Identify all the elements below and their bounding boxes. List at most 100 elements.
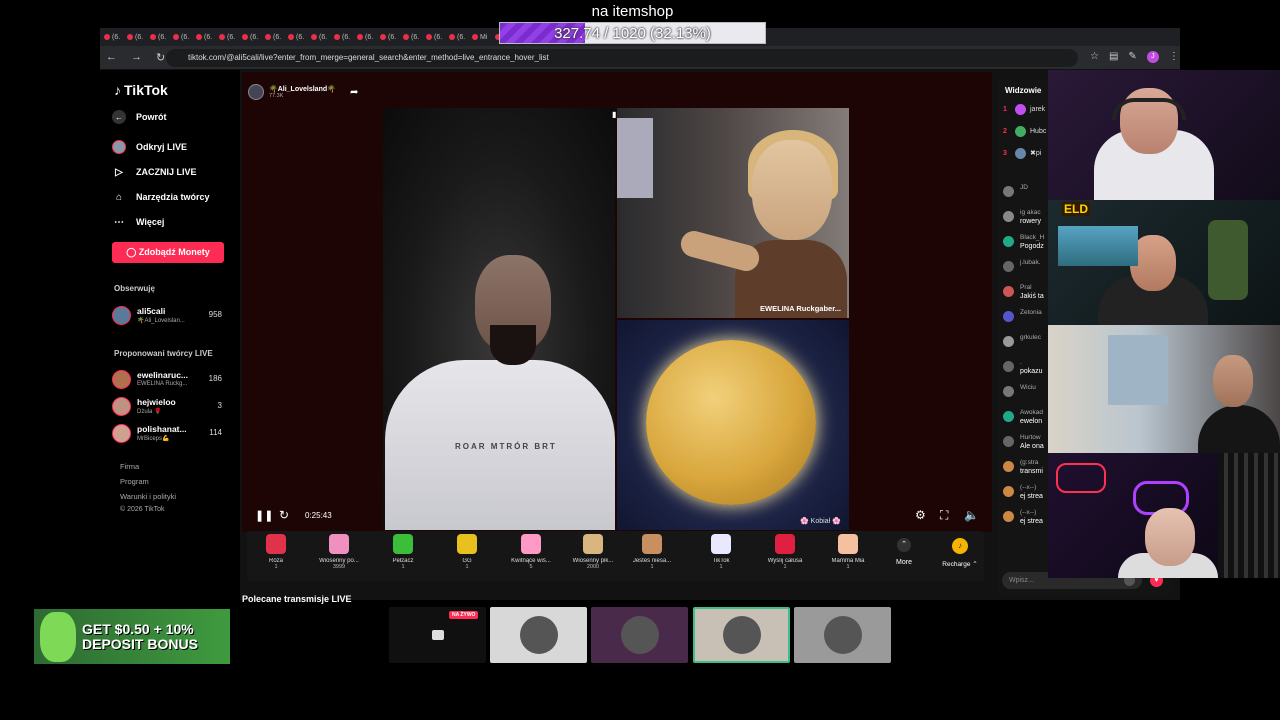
tab-favicon-icon bbox=[173, 34, 179, 40]
sidebar-item-start-live[interactable]: ▷ ZACZNIJ LIVE bbox=[112, 165, 196, 179]
avatar[interactable] bbox=[1003, 511, 1014, 522]
footer-link[interactable]: Firma bbox=[120, 462, 139, 471]
avatar[interactable] bbox=[1003, 461, 1014, 472]
gift-item[interactable]: Wyślij całusa 1 bbox=[757, 534, 813, 570]
fullscreen-icon[interactable]: ⛶ bbox=[940, 508, 948, 523]
browser-tab[interactable]: (6. bbox=[265, 30, 288, 44]
browser-tab[interactable]: (6. bbox=[357, 30, 380, 44]
monitor-icon bbox=[431, 630, 444, 640]
ad-mascot-icon bbox=[40, 612, 76, 662]
extensions-icon[interactable]: ▤ bbox=[1109, 51, 1118, 63]
recharge-button[interactable]: ♪ Recharge ⌃ bbox=[936, 538, 984, 568]
viewer-item[interactable]: 1 jarek bbox=[1003, 102, 1045, 116]
tab-favicon-icon bbox=[265, 34, 271, 40]
gift-item[interactable]: Kwitnące wiś... 5 bbox=[503, 534, 559, 570]
avatar bbox=[112, 370, 131, 389]
gift-icon bbox=[711, 534, 731, 554]
avatar[interactable] bbox=[1003, 311, 1014, 322]
coin-icon: ◯ bbox=[126, 247, 137, 257]
browser-tab[interactable]: (6. bbox=[311, 30, 334, 44]
address-bar[interactable]: tiktok.com/@ali5cali/live?enter_from_mer… bbox=[166, 49, 1078, 67]
browser-tab[interactable]: (6. bbox=[380, 30, 403, 44]
browser-tab[interactable]: (6. bbox=[127, 30, 150, 44]
avatar[interactable] bbox=[1003, 236, 1014, 247]
browser-tab[interactable]: (6. bbox=[150, 30, 173, 44]
pause-icon[interactable]: ❚❚ bbox=[255, 509, 273, 522]
kebab-menu-icon[interactable]: ⋮ bbox=[1169, 51, 1179, 63]
avatar[interactable] bbox=[1003, 436, 1014, 447]
more-gifts-button[interactable]: ⌃ More bbox=[890, 538, 918, 566]
avatar[interactable] bbox=[1003, 411, 1014, 422]
browser-tab[interactable]: (6. bbox=[334, 30, 357, 44]
browser-tab[interactable]: (6. bbox=[104, 30, 127, 44]
gift-item[interactable]: Mamma Mia 1 bbox=[820, 534, 876, 570]
tab-favicon-icon bbox=[472, 34, 478, 40]
gift-item[interactable]: TikTok 1 bbox=[693, 534, 749, 570]
recommended-stream-thumb[interactable] bbox=[591, 607, 688, 663]
avatar[interactable] bbox=[1003, 336, 1014, 347]
share-icon[interactable]: ➦ bbox=[350, 87, 358, 98]
browser-tab[interactable]: (6. bbox=[196, 30, 219, 44]
refresh-icon[interactable]: ↻ bbox=[279, 508, 289, 522]
forward-arrow-icon[interactable]: → bbox=[131, 51, 142, 64]
viewers-header[interactable]: Widzowie bbox=[1005, 86, 1041, 95]
gift-item[interactable]: GG 1 bbox=[439, 534, 495, 570]
browser-tab[interactable]: (6. bbox=[219, 30, 242, 44]
browser-tab[interactable]: (6. bbox=[426, 30, 449, 44]
back-button[interactable]: ← Powrót bbox=[112, 110, 167, 124]
goal-text: 327.74 / 1020 (32.13%) bbox=[554, 25, 711, 42]
sidebar-item-creator-tools[interactable]: ⌂ Narzędzia twórcy bbox=[112, 190, 210, 204]
sidebar-item-more[interactable]: ⋯ Więcej bbox=[112, 215, 164, 229]
avatar[interactable] bbox=[1003, 486, 1014, 497]
gift-item[interactable]: Jesteś niesa... 1 bbox=[624, 534, 680, 570]
gift-item[interactable]: Róża 1 bbox=[248, 534, 304, 570]
avatar[interactable] bbox=[1003, 286, 1014, 297]
suggested-creator[interactable]: ewelinaruc... EWELINA Ruckg... 186 bbox=[112, 368, 224, 390]
gift-item[interactable]: Wiosenny po... 3999 bbox=[311, 534, 367, 570]
back-arrow-icon[interactable]: ← bbox=[106, 51, 117, 64]
overlay-title: na itemshop bbox=[591, 3, 674, 20]
avatar[interactable] bbox=[1003, 186, 1014, 197]
recommended-stream-thumb[interactable] bbox=[490, 607, 587, 663]
browser-tab[interactable]: (6. bbox=[403, 30, 426, 44]
footer-link[interactable]: Warunki i polityki bbox=[120, 492, 176, 501]
pen-icon[interactable]: ✎ bbox=[1128, 51, 1136, 63]
browser-tab[interactable]: (6. bbox=[288, 30, 311, 44]
host-info[interactable]: 🌴Ali_Lovelsland🌴 77.3K bbox=[248, 84, 336, 100]
gift-item[interactable]: Pełzacz 1 bbox=[375, 534, 431, 570]
webcam-3 bbox=[1048, 325, 1280, 453]
volume-icon[interactable]: 🔈 bbox=[964, 508, 979, 522]
avatar bbox=[112, 306, 131, 325]
browser-tab[interactable]: Mi bbox=[472, 30, 495, 44]
avatar[interactable] bbox=[1003, 386, 1014, 397]
sidebar-item-discover-live[interactable]: Odkryj LIVE bbox=[112, 140, 187, 154]
footer-link[interactable]: Program bbox=[120, 477, 149, 486]
avatar[interactable] bbox=[1003, 261, 1014, 272]
suggested-heading: Proponowani twórcy LIVE bbox=[114, 349, 213, 358]
reload-icon[interactable]: ↻ bbox=[156, 51, 165, 64]
browser-tab[interactable]: (6. bbox=[242, 30, 265, 44]
settings-gear-icon[interactable]: ⚙ bbox=[915, 508, 926, 522]
browser-extensions: ☆ ▤ ✎ J ⋮ bbox=[1090, 51, 1179, 63]
gift-icon bbox=[642, 534, 662, 554]
avatar[interactable] bbox=[1003, 211, 1014, 222]
chat-message: (--x--) ej strea bbox=[1003, 484, 1051, 506]
recommended-stream-thumb[interactable] bbox=[794, 607, 891, 663]
browser-tab[interactable]: (6. bbox=[449, 30, 472, 44]
suggested-creator[interactable]: polishanat... MrBiceps💪 114 bbox=[112, 422, 224, 444]
get-coins-button[interactable]: ◯ Zdobądź Monety bbox=[112, 242, 224, 263]
viewer-item[interactable]: 3 ✖pi bbox=[1003, 146, 1041, 160]
chat-message: (g:stra transmi bbox=[1003, 459, 1051, 481]
viewer-item[interactable]: 2 Hubc bbox=[1003, 124, 1046, 138]
following-creator[interactable]: ali5cali 🌴Ali_Lovelslan... 958 bbox=[112, 304, 224, 326]
suggested-creator[interactable]: hejwieloo Dżula 🌹 3 bbox=[112, 395, 224, 417]
gift-item[interactable]: Wiosenny pik... 2000 bbox=[565, 534, 621, 570]
profile-avatar[interactable]: J bbox=[1146, 51, 1159, 63]
avatar[interactable] bbox=[1003, 361, 1014, 372]
tab-favicon-icon bbox=[334, 34, 340, 40]
tiktok-logo[interactable]: ♪ TikTok bbox=[114, 82, 168, 98]
streamer-beard bbox=[490, 325, 536, 365]
browser-tab[interactable]: (6. bbox=[173, 30, 196, 44]
recommended-stream-thumb[interactable] bbox=[693, 607, 790, 663]
star-icon[interactable]: ☆ bbox=[1090, 51, 1099, 63]
